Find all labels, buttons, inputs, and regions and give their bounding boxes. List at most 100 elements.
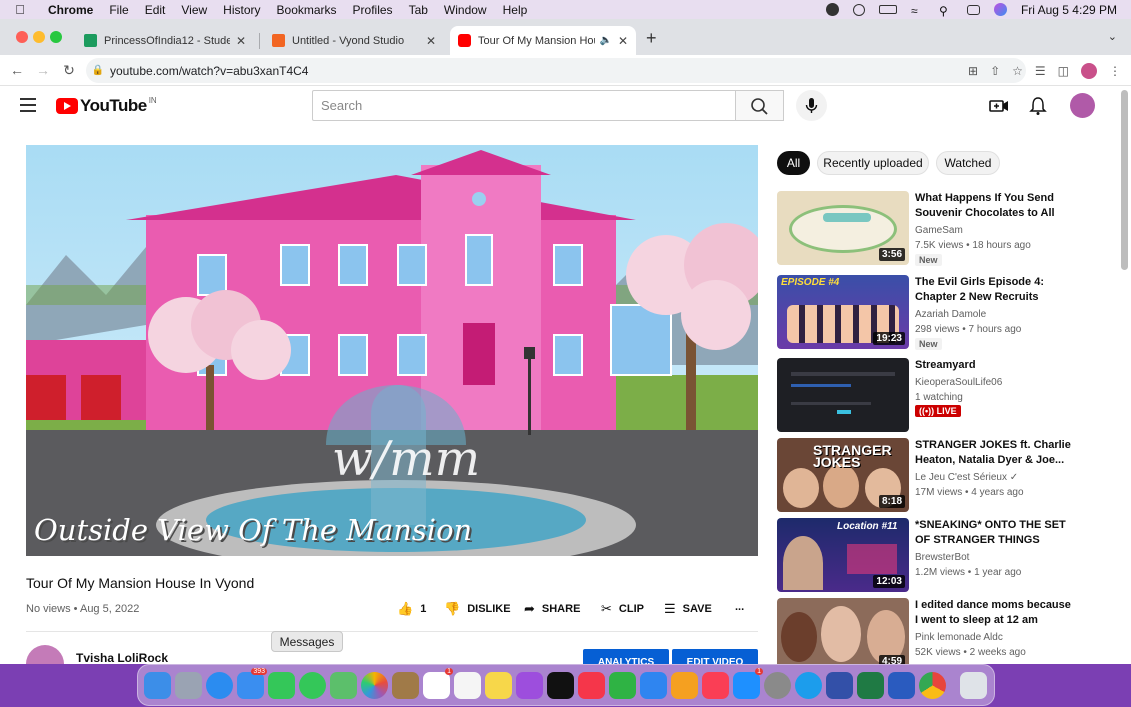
recommendation-item[interactable]: Streamyard KieoperaSoulLife06 1 watching… <box>777 358 1107 434</box>
minimize-window-button[interactable] <box>33 31 45 43</box>
menu-tab[interactable]: Tab <box>401 3 436 17</box>
close-tab-icon[interactable]: ✕ <box>618 34 628 48</box>
apple-tv-icon[interactable] <box>547 671 574 699</box>
launchpad-icon[interactable] <box>175 671 202 699</box>
recommendation-item[interactable]: 4:59 I edited dance moms because I went … <box>777 598 1107 664</box>
youtube-logo[interactable]: YouTube IN <box>56 96 157 116</box>
video-thumbnail[interactable]: 4:59 <box>777 598 909 664</box>
facetime-icon[interactable] <box>268 671 295 699</box>
recommendation-title[interactable]: The Evil Girls Episode 4: Chapter 2 New … <box>915 275 1075 305</box>
menu-bookmarks[interactable]: Bookmarks <box>269 3 345 17</box>
reminders-icon[interactable] <box>454 671 481 699</box>
news-icon[interactable] <box>578 671 605 699</box>
status-icon[interactable] <box>825 3 839 16</box>
menu-view[interactable]: View <box>173 3 215 17</box>
numbers-icon[interactable] <box>609 671 636 699</box>
play-status-icon[interactable] <box>852 3 865 16</box>
search-input[interactable]: Search <box>312 90 736 121</box>
podcasts-icon[interactable] <box>516 671 543 699</box>
chip-watched[interactable]: Watched <box>936 151 1000 175</box>
safari-icon[interactable] <box>206 671 233 699</box>
trash-icon[interactable] <box>960 671 987 699</box>
menu-app-name[interactable]: Chrome <box>40 3 101 17</box>
music-icon[interactable] <box>702 671 729 699</box>
maps-icon[interactable] <box>330 671 357 699</box>
system-preferences-icon[interactable] <box>764 671 791 699</box>
skype-icon[interactable] <box>795 671 822 699</box>
speaker-icon[interactable]: 🔈 <box>599 35 611 46</box>
reload-button[interactable]: ↻ <box>56 62 82 79</box>
search-button[interactable] <box>736 90 784 121</box>
recommendation-channel[interactable]: Pink lemonade Aldc <box>915 632 1003 643</box>
menu-window[interactable]: Window <box>436 3 495 17</box>
forward-button[interactable]: → <box>30 62 56 78</box>
recommendation-item[interactable]: EPISODE #4 19:23 The Evil Girls Episode … <box>777 275 1107 351</box>
messages-icon[interactable] <box>299 671 326 699</box>
recommendation-title[interactable]: Streamyard <box>915 358 1075 373</box>
finder-icon[interactable] <box>144 671 171 699</box>
chrome-menu-icon[interactable]: ⋮ <box>1109 64 1121 78</box>
video-thumbnail[interactable] <box>777 358 909 432</box>
side-panel-icon[interactable]: ◫ <box>1058 64 1069 78</box>
recommendation-title[interactable]: What Happens If You Send Souvenir Chocol… <box>915 191 1075 221</box>
spotlight-search-icon[interactable]: ⚲ <box>939 4 953 18</box>
hamburger-menu-icon[interactable] <box>20 98 36 116</box>
recommendation-channel[interactable]: BrewsterBot <box>915 552 969 563</box>
word-icon[interactable] <box>888 671 915 699</box>
app-store-icon[interactable]: 1 <box>733 667 763 699</box>
clip-button[interactable]: ✂ CLIP <box>601 601 644 617</box>
video-player[interactable]: w/mm Outside View Of The Mansion <box>26 145 758 556</box>
recommendation-item[interactable]: STRANGER JOKES 8:18 STRANGER JOKES ft. Ch… <box>777 438 1107 514</box>
create-video-icon[interactable] <box>989 96 1009 116</box>
chip-recently-uploaded[interactable]: Recently uploaded <box>817 151 929 175</box>
back-button[interactable]: ← <box>4 62 30 78</box>
recommendation-channel[interactable]: GameSam <box>915 225 963 236</box>
user-avatar[interactable] <box>1070 93 1095 118</box>
recommendation-item[interactable]: 3:56 What Happens If You Send Souvenir C… <box>777 191 1107 267</box>
chip-all[interactable]: All <box>777 151 810 175</box>
zoom-window-button[interactable] <box>50 31 62 43</box>
menu-file[interactable]: File <box>101 3 136 17</box>
bookmark-star-icon[interactable]: ☆ <box>1012 64 1023 78</box>
like-button[interactable]: 👍 1 <box>397 601 426 617</box>
control-center-icon[interactable] <box>966 4 980 15</box>
channel-name[interactable]: Tvisha LoliRock <box>76 651 168 664</box>
pages-icon[interactable] <box>671 671 698 699</box>
apple-icon[interactable]:  <box>0 2 40 17</box>
edit-video-button[interactable]: EDIT VIDEO <box>672 649 758 664</box>
menu-clock[interactable]: Fri Aug 5 4:29 PM <box>1021 3 1117 17</box>
wifi-icon[interactable]: ≈ <box>911 4 925 18</box>
new-tab-button[interactable]: + <box>646 28 657 49</box>
battery-icon[interactable] <box>878 5 897 14</box>
recommendation-title[interactable]: I edited dance moms because I went to sl… <box>915 598 1075 628</box>
tab-vyond[interactable]: Untitled - Vyond Studio ✕ <box>264 26 444 55</box>
video-thumbnail[interactable]: Location #11 12:03 <box>777 518 909 592</box>
video-thumbnail[interactable]: 3:56 <box>777 191 909 265</box>
menu-help[interactable]: Help <box>495 3 536 17</box>
analytics-button[interactable]: ANALYTICS <box>583 649 669 664</box>
address-bar[interactable]: 🔒 youtube.com/watch?v=abu3xanT4C4 <box>86 58 1026 83</box>
mail-icon[interactable]: 393 <box>237 667 267 699</box>
chrome-icon[interactable] <box>919 671 946 699</box>
lock-icon[interactable]: 🔒 <box>86 65 110 76</box>
notes-brown-icon[interactable] <box>392 671 419 699</box>
recommendation-title[interactable]: STRANGER JOKES ft. Charlie Heaton, Natal… <box>915 438 1075 468</box>
tab-search-chevron-icon[interactable]: ⌄ <box>1108 30 1117 43</box>
video-thumbnail[interactable]: EPISODE #4 19:23 <box>777 275 909 349</box>
tab-student[interactable]: PrincessOfIndia12 - Student, D ✕ <box>76 26 254 55</box>
photos-icon[interactable] <box>361 671 388 699</box>
reading-list-icon[interactable]: ☰ <box>1035 64 1046 78</box>
recommendation-item[interactable]: Location #11 12:03 *SNEAKING* ONTO THE S… <box>777 518 1107 594</box>
voice-search-button[interactable] <box>796 90 827 121</box>
recommendation-title[interactable]: *SNEAKING* ONTO THE SET OF STRANGER THIN… <box>915 518 1075 548</box>
excel-icon[interactable] <box>857 671 884 699</box>
install-app-icon[interactable]: ⊞ <box>968 64 978 78</box>
menu-edit[interactable]: Edit <box>137 3 174 17</box>
share-page-icon[interactable]: ⇧ <box>990 64 1000 78</box>
menu-history[interactable]: History <box>215 3 268 17</box>
recommendation-channel[interactable]: KieoperaSoulLife06 <box>915 377 1002 388</box>
notifications-bell-icon[interactable] <box>1028 96 1048 116</box>
stickies-icon[interactable] <box>485 671 512 699</box>
channel-avatar[interactable] <box>26 645 64 664</box>
share-button[interactable]: ➦ SHARE <box>524 601 580 617</box>
